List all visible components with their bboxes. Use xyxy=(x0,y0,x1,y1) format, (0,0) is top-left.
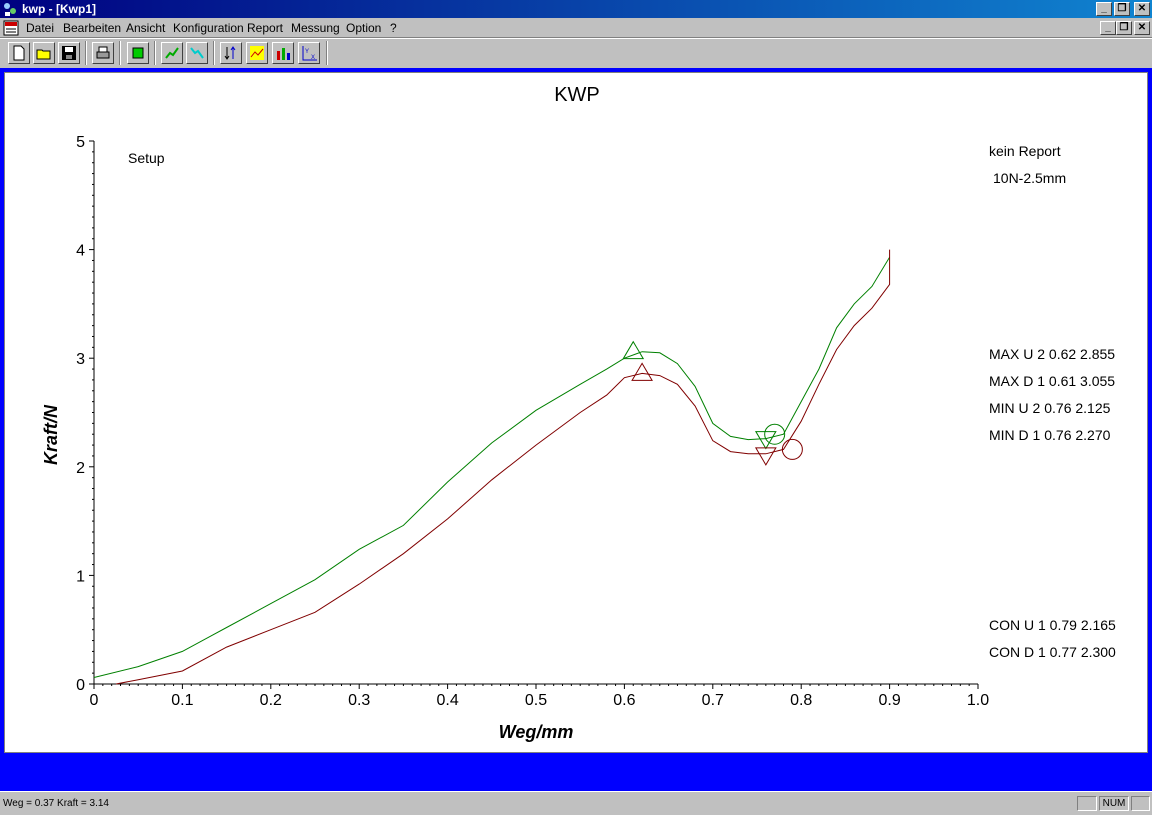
toolbar: YX xyxy=(0,38,1152,68)
x-tick-label: 0.3 xyxy=(348,692,370,709)
x-tick-label: 0.7 xyxy=(702,692,724,709)
chart-title: KWP xyxy=(554,84,600,106)
series-line-1 xyxy=(93,256,891,678)
y-tick-label: 1 xyxy=(76,568,85,585)
annotation-con-d: CON D 1 0.77 2.300 xyxy=(989,644,1116,660)
annotation-max-u: MAX U 2 0.62 2.855 xyxy=(989,346,1115,362)
print-button[interactable] xyxy=(92,42,114,64)
status-pane-blank xyxy=(1131,796,1150,811)
restore-button[interactable]: ❐ xyxy=(1114,2,1130,16)
marker-triangle-down xyxy=(754,447,777,466)
new-file-button[interactable] xyxy=(8,42,30,64)
new-file-icon xyxy=(13,45,25,61)
kwp-chart: KWP Setup kein Report 10N-2.5mm MAX U 2 … xyxy=(41,84,1116,742)
menu-help[interactable]: ? xyxy=(390,21,397,35)
annotation-con-u: CON U 1 0.79 2.165 xyxy=(989,617,1116,633)
doc-close-button[interactable]: ✕ xyxy=(1134,21,1150,35)
menu-option[interactable]: Option xyxy=(346,21,381,35)
x-tick-label: 1.0 xyxy=(967,692,989,709)
annotation-min-d: MIN D 1 0.76 2.270 xyxy=(989,427,1111,443)
save-button[interactable] xyxy=(58,42,80,64)
x-tick-label: 0.4 xyxy=(436,692,458,709)
menu-report[interactable]: Report xyxy=(247,21,283,35)
title-bar: kwp - [Kwp1] _ ❐ ✕ xyxy=(0,0,1152,18)
close-button[interactable]: ✕ xyxy=(1134,2,1150,16)
xy-scale-button[interactable]: YX xyxy=(298,42,320,64)
measure-up-button[interactable] xyxy=(161,42,183,64)
status-num: NUM xyxy=(1099,796,1129,811)
y-tick-label: 5 xyxy=(76,134,85,151)
bars-button[interactable] xyxy=(272,42,294,64)
marker-triangle-up xyxy=(622,340,645,360)
menu-ansicht[interactable]: Ansicht xyxy=(126,21,165,35)
print-icon xyxy=(96,46,110,59)
x-tick-label: 0.2 xyxy=(260,692,282,709)
xy-scale-icon: YX xyxy=(302,46,317,61)
status-readout: Weg = 0.37 Kraft = 3.14 xyxy=(3,798,109,809)
plot-panel: KWP Setup kein Report 10N-2.5mm MAX U 2 … xyxy=(4,72,1148,753)
toolbar-separator xyxy=(326,41,328,65)
menu-messung[interactable]: Messung xyxy=(291,21,340,35)
svg-text:X: X xyxy=(311,55,315,61)
status-pane-blank xyxy=(1077,796,1097,811)
stop-green-icon xyxy=(132,47,144,59)
marker-triangle-down xyxy=(754,431,777,450)
status-bar: Weg = 0.37 Kraft = 3.14 NUM xyxy=(0,791,1152,815)
document-icon[interactable] xyxy=(3,20,19,36)
chart-series xyxy=(93,249,891,685)
annotation-setup: Setup xyxy=(128,150,165,166)
stop-button[interactable] xyxy=(127,42,149,64)
chart-icon xyxy=(250,46,264,60)
doc-restore-button[interactable]: ❐ xyxy=(1116,21,1132,35)
sort-button[interactable] xyxy=(220,42,242,64)
toolbar-separator xyxy=(213,41,215,65)
app-icon xyxy=(4,3,16,16)
measure-down-button[interactable] xyxy=(186,42,208,64)
toolbar-separator xyxy=(85,41,87,65)
doc-minimize-button[interactable]: _ xyxy=(1100,21,1116,35)
menu-bar: Datei Bearbeiten Ansicht Konfiguration R… xyxy=(0,18,1152,38)
annotation-report: kein Report xyxy=(989,143,1061,159)
toolbar-separator xyxy=(119,41,121,65)
marker-triangle-up xyxy=(631,362,653,381)
sort-icon xyxy=(224,46,236,60)
measure-down-icon xyxy=(190,47,204,59)
x-tick-label: 0.9 xyxy=(878,692,900,709)
menu-bearbeiten[interactable]: Bearbeiten xyxy=(63,21,121,35)
bars-icon xyxy=(277,48,290,60)
y-tick-label: 4 xyxy=(76,243,85,260)
annotation-max-d: MAX D 1 0.61 3.055 xyxy=(989,373,1115,389)
x-axis-label: Weg/mm xyxy=(499,722,574,742)
x-tick-label: 0.6 xyxy=(613,692,635,709)
toolbar-separator xyxy=(154,41,156,65)
mdi-work-area: KWP Setup kein Report 10N-2.5mm MAX U 2 … xyxy=(0,68,1152,791)
window-title: kwp - [Kwp1] xyxy=(22,2,96,16)
y-tick-label: 3 xyxy=(76,351,85,368)
x-tick-label: 0.1 xyxy=(171,692,193,709)
chart-axes: 0 0.1 0.2 0.3 0.4 0.5 0.6 0.7 0.8 0.9 1.0 0 1 2 3 4 5 xyxy=(76,134,989,709)
y-axis-label: Kraft/N xyxy=(41,404,61,465)
chart-markers xyxy=(622,340,803,466)
open-folder-icon xyxy=(36,49,51,60)
annotation-min-u: MIN U 2 0.76 2.125 xyxy=(989,400,1111,416)
x-tick-label: 0.8 xyxy=(790,692,812,709)
y-tick-label: 2 xyxy=(76,460,85,477)
menu-konfiguration[interactable]: Konfiguration xyxy=(173,21,244,35)
save-disk-icon xyxy=(62,46,76,60)
y-tick-label: 0 xyxy=(76,677,85,694)
measure-up-icon xyxy=(165,47,179,59)
x-tick-label: 0 xyxy=(90,692,99,709)
chart-button[interactable] xyxy=(246,42,268,64)
annotation-spec: 10N-2.5mm xyxy=(993,170,1066,186)
menu-datei[interactable]: Datei xyxy=(26,21,54,35)
svg-text:Y: Y xyxy=(305,49,309,55)
series-line-2 xyxy=(116,249,891,685)
x-tick-label: 0.5 xyxy=(525,692,547,709)
marker-circle xyxy=(781,438,803,460)
open-button[interactable] xyxy=(33,42,55,64)
minimize-button[interactable]: _ xyxy=(1096,2,1112,16)
